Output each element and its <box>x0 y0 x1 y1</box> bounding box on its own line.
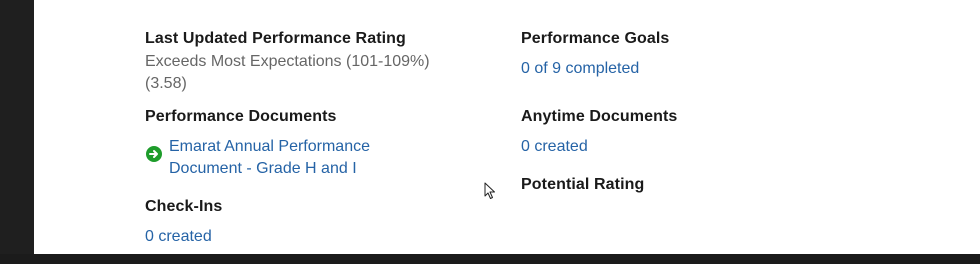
last-rating-heading: Last Updated Performance Rating <box>145 30 406 47</box>
performance-documents-heading: Performance Documents <box>145 108 337 125</box>
rating-score: (3.58) <box>145 75 187 92</box>
performance-summary-panel: Last Updated Performance Rating Exceeds … <box>34 0 980 254</box>
document-link-line-1[interactable]: Emarat Annual Performance <box>169 136 370 158</box>
arrow-right-circle-icon <box>146 146 162 162</box>
check-ins-heading: Check-Ins <box>145 198 223 215</box>
performance-goals-link[interactable]: 0 of 9 completed <box>521 58 639 80</box>
potential-rating-heading: Potential Rating <box>521 176 645 193</box>
rating-value: Exceeds Most Expectations (101-109%) <box>145 53 430 70</box>
mouse-pointer-icon <box>484 182 496 205</box>
anytime-documents-link[interactable]: 0 created <box>521 136 588 158</box>
performance-goals-heading: Performance Goals <box>521 30 670 47</box>
bottom-bar <box>0 254 980 264</box>
document-link-line-2[interactable]: Document - Grade H and I <box>169 158 370 180</box>
anytime-documents-heading: Anytime Documents <box>521 108 678 125</box>
check-ins-link[interactable]: 0 created <box>145 226 212 248</box>
document-link[interactable]: Emarat Annual Performance Document - Gra… <box>169 136 370 180</box>
